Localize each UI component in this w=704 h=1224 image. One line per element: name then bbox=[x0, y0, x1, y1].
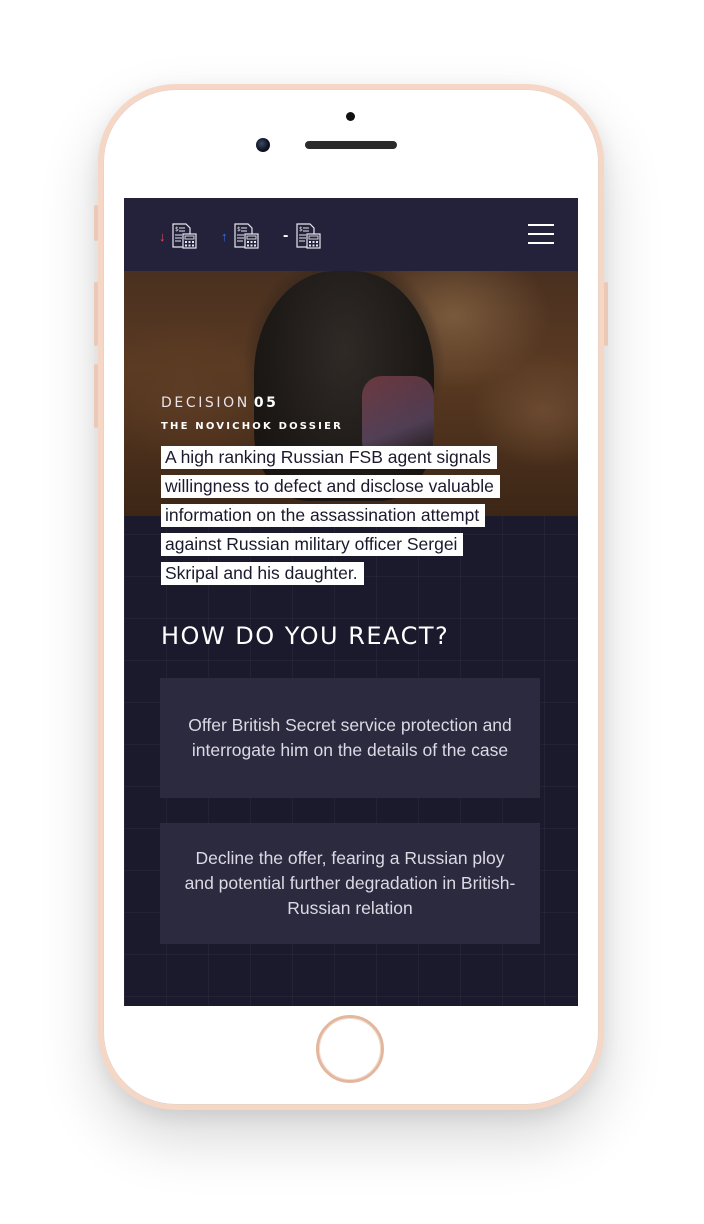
intro-line: information on the assassination attempt bbox=[161, 504, 486, 527]
decision-heading: DECISION 05 bbox=[161, 395, 279, 411]
stat-budget-up: ↑ $ bbox=[221, 222, 260, 250]
home-button[interactable] bbox=[316, 1015, 384, 1083]
option-decline-button[interactable]: Decline the offer, fearing a Russian plo… bbox=[160, 823, 540, 944]
svg-text:$: $ bbox=[299, 226, 303, 233]
front-camera bbox=[256, 138, 270, 152]
proximity-sensor bbox=[346, 112, 355, 121]
question-heading: HOW DO YOU REACT? bbox=[161, 622, 450, 650]
earpiece-speaker bbox=[305, 141, 397, 149]
volume-down-button bbox=[94, 364, 98, 428]
intro-line: willingness to defect and disclose valua… bbox=[161, 475, 500, 498]
intro-line: against Russian military officer Sergei bbox=[161, 533, 464, 556]
decision-content: DECISION 05 THE NOVICHOK DOSSIER A high r… bbox=[124, 198, 578, 1006]
option-label: Offer British Secret service protection … bbox=[188, 715, 512, 760]
arrow-down-icon: ↓ bbox=[159, 228, 166, 244]
option-accept-button[interactable]: Offer British Secret service protection … bbox=[160, 678, 540, 798]
svg-text:$: $ bbox=[237, 226, 241, 233]
decision-label: DECISION bbox=[161, 395, 250, 411]
svg-text:$: $ bbox=[175, 226, 179, 233]
calculator-document-icon: $ bbox=[296, 223, 321, 249]
top-bar: ↓ $ ↑ $ - $ bbox=[124, 198, 578, 271]
mute-switch bbox=[94, 205, 98, 241]
calculator-document-icon: $ bbox=[233, 223, 259, 249]
option-label: Decline the offer, fearing a Russian plo… bbox=[184, 848, 516, 918]
power-button bbox=[604, 282, 608, 346]
stat-budget-down: ↓ $ bbox=[159, 222, 198, 250]
stat-budget-neutral: - $ bbox=[283, 222, 322, 250]
calculator-document-icon: $ bbox=[171, 223, 197, 249]
case-title: THE NOVICHOK DOSSIER bbox=[161, 421, 344, 432]
intro-line: A high ranking Russian FSB agent signals bbox=[161, 446, 497, 469]
decision-intro: A high ranking Russian FSB agent signals… bbox=[161, 446, 541, 591]
intro-line: Skripal and his daughter. bbox=[161, 562, 364, 585]
volume-up-button bbox=[94, 282, 98, 346]
app-screen: ↓ $ ↑ $ - $ DECISION 05 THE NOVICHOK DOS… bbox=[124, 198, 578, 1006]
decision-number: 05 bbox=[253, 395, 279, 411]
hamburger-menu-icon[interactable] bbox=[528, 223, 554, 245]
dash-icon: - bbox=[283, 227, 289, 244]
arrow-up-icon: ↑ bbox=[221, 228, 228, 244]
